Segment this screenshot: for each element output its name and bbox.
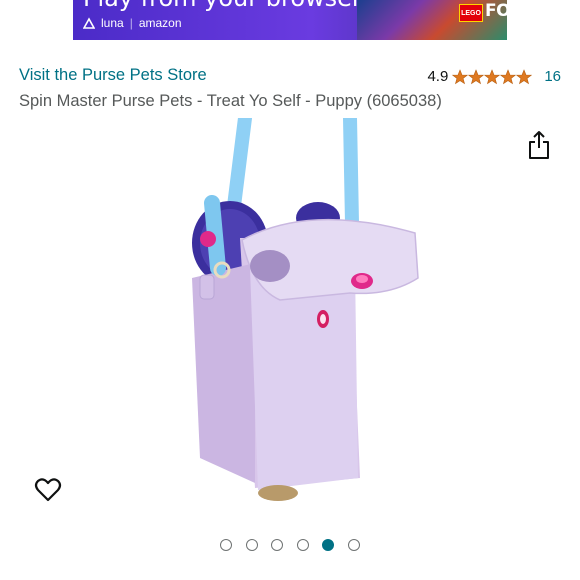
image-carousel-indicators — [0, 539, 580, 551]
ad-artwork: LEGO FORTNITE — [357, 0, 507, 40]
ad-brands: luna | amazon — [83, 16, 182, 30]
ad-headline: Play from your browser — [83, 0, 362, 12]
fortnite-logo: FORTNITE — [485, 1, 507, 21]
star-icon — [516, 68, 533, 84]
carousel-dot[interactable] — [271, 539, 284, 551]
heart-icon[interactable] — [34, 476, 62, 504]
rating-count[interactable]: 16 — [544, 68, 561, 85]
ad-brand-amazon: amazon — [138, 16, 182, 30]
star-icon — [484, 68, 501, 84]
carousel-dot[interactable] — [220, 539, 233, 551]
rating-summary[interactable]: 4.9 16 — [427, 68, 561, 85]
rating-value: 4.9 — [427, 68, 449, 85]
store-link[interactable]: Visit the Purse Pets Store — [19, 66, 207, 85]
product-title: Spin Master Purse Pets - Treat Yo Self -… — [19, 92, 442, 110]
star-rating — [452, 68, 533, 85]
ad-banner[interactable]: Play from your browser luna | amazon LEG… — [73, 0, 507, 40]
star-icon — [468, 68, 485, 84]
star-icon — [452, 68, 469, 84]
lego-logo: LEGO — [459, 4, 483, 22]
ad-brand-luna: luna — [101, 16, 124, 30]
carousel-dot[interactable] — [245, 539, 258, 551]
product-image[interactable] — [160, 118, 420, 503]
ad-separator: | — [129, 16, 133, 30]
star-icon — [500, 68, 517, 84]
carousel-dot[interactable] — [347, 539, 360, 551]
share-icon[interactable] — [527, 130, 551, 160]
luna-icon — [83, 17, 95, 29]
carousel-dot[interactable] — [296, 539, 309, 551]
carousel-dot[interactable] — [322, 539, 335, 551]
